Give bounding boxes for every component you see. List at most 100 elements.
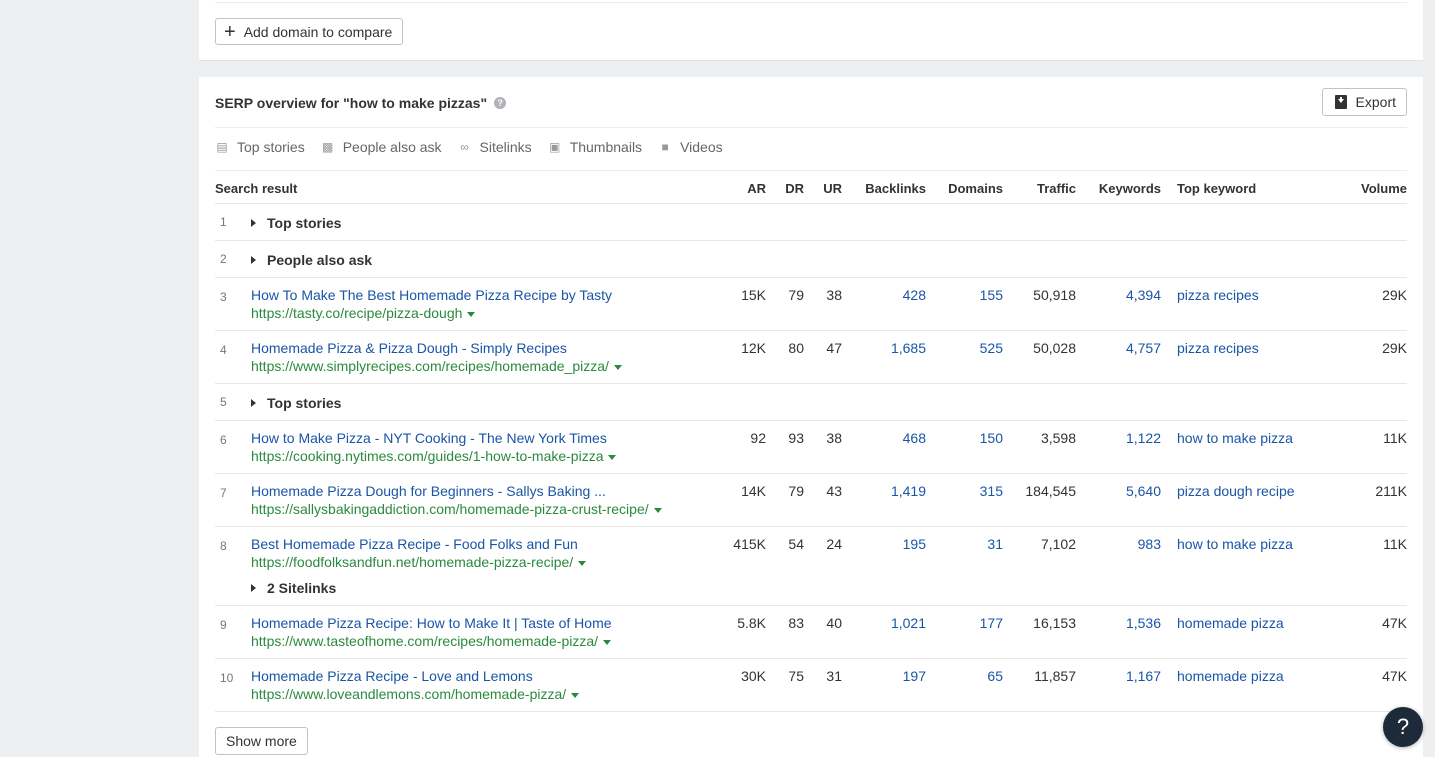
- export-button[interactable]: Export: [1321, 88, 1407, 116]
- caret-down-icon[interactable]: [467, 311, 476, 317]
- ar-value: 15K: [741, 287, 766, 303]
- result-title-link[interactable]: Homemade Pizza Recipe - Love and Lemons: [251, 668, 533, 684]
- feature-toggle[interactable]: Top stories: [251, 215, 341, 231]
- rank: 2: [220, 252, 227, 266]
- newspaper-icon: ▤: [216, 140, 228, 154]
- keywords-link[interactable]: 4,394: [1126, 287, 1161, 303]
- dr-value: 83: [788, 615, 804, 631]
- feature-toggle[interactable]: People also ask: [251, 252, 372, 268]
- rank: 10: [220, 671, 234, 685]
- domains-link[interactable]: 150: [980, 430, 1003, 446]
- top-keyword-link[interactable]: homemade pizza: [1177, 615, 1284, 631]
- result-url[interactable]: https://sallysbakingaddiction.com/homema…: [251, 501, 662, 517]
- feature-toggle[interactable]: Top stories: [251, 395, 341, 411]
- backlinks-link[interactable]: 1,419: [891, 483, 926, 499]
- table-row: 1 Top stories: [215, 204, 1407, 241]
- backlinks-link[interactable]: 428: [903, 287, 926, 303]
- result-url-text[interactable]: https://www.loveandlemons.com/homemade-p…: [251, 686, 566, 702]
- top-keyword-link[interactable]: homemade pizza: [1177, 668, 1284, 684]
- keywords-link[interactable]: 1,536: [1126, 615, 1161, 631]
- show-more-button[interactable]: Show more: [215, 727, 308, 755]
- caret-down-icon[interactable]: [571, 692, 580, 698]
- keywords-link[interactable]: 1,167: [1126, 668, 1161, 684]
- add-domain-button[interactable]: + Add domain to compare: [215, 18, 404, 45]
- caret-down-icon[interactable]: [653, 507, 662, 513]
- result-title-link[interactable]: Homemade Pizza Dough for Beginners - Sal…: [251, 483, 606, 499]
- col-ar[interactable]: AR: [747, 181, 766, 196]
- ur-value: 38: [826, 287, 842, 303]
- col-traffic[interactable]: Traffic: [1037, 181, 1076, 196]
- keywords-link[interactable]: 4,757: [1126, 340, 1161, 356]
- top-keyword-link[interactable]: pizza recipes: [1177, 287, 1259, 303]
- result-url-text[interactable]: https://www.simplyrecipes.com/recipes/ho…: [251, 358, 609, 374]
- table-row: 3 How To Make The Best Homemade Pizza Re…: [215, 278, 1407, 331]
- top-keyword-link[interactable]: pizza dough recipe: [1177, 483, 1295, 499]
- result-url-text[interactable]: https://foodfolksandfun.net/homemade-piz…: [251, 554, 573, 570]
- result-url-text[interactable]: https://www.tasteofhome.com/recipes/home…: [251, 633, 598, 649]
- serp-title-text: SERP overview for "how to make pizzas": [215, 95, 488, 111]
- top-keyword-link[interactable]: pizza recipes: [1177, 340, 1259, 356]
- caret-down-icon[interactable]: [603, 639, 612, 645]
- rank: 9: [220, 618, 227, 632]
- col-backlinks[interactable]: Backlinks: [865, 181, 926, 196]
- sitelinks-toggle[interactable]: 2 Sitelinks: [251, 580, 336, 596]
- result-url-text[interactable]: https://cooking.nytimes.com/guides/1-how…: [251, 448, 603, 464]
- table-row: 10 Homemade Pizza Recipe - Love and Lemo…: [215, 659, 1407, 712]
- backlinks-link[interactable]: 468: [903, 430, 926, 446]
- col-ur[interactable]: UR: [823, 181, 842, 196]
- top-keyword-link[interactable]: how to make pizza: [1177, 430, 1293, 446]
- result-title-link[interactable]: How To Make The Best Homemade Pizza Reci…: [251, 287, 612, 303]
- ar-value: 92: [750, 430, 766, 446]
- col-domains[interactable]: Domains: [948, 181, 1003, 196]
- volume-value: 211K: [1375, 483, 1407, 499]
- caret-down-icon[interactable]: [613, 364, 622, 370]
- help-icon[interactable]: ?: [494, 97, 507, 109]
- keywords-link[interactable]: 983: [1138, 536, 1161, 552]
- result-url[interactable]: https://www.tasteofhome.com/recipes/home…: [251, 633, 612, 649]
- top-keyword-link[interactable]: how to make pizza: [1177, 536, 1293, 552]
- col-dr[interactable]: DR: [785, 181, 804, 196]
- result-url-text[interactable]: https://sallysbakingaddiction.com/homema…: [251, 501, 649, 517]
- result-url-text[interactable]: https://tasty.co/recipe/pizza-dough: [251, 305, 462, 321]
- feature-label: Sitelinks: [479, 139, 532, 155]
- domains-link[interactable]: 177: [980, 615, 1003, 631]
- result-url[interactable]: https://www.loveandlemons.com/homemade-p…: [251, 686, 580, 702]
- help-chat-button[interactable]: ?: [1383, 707, 1423, 747]
- serp-features-bar: ▤ Top stories ▩ People also ask ∞ Siteli…: [215, 139, 739, 155]
- serp-overview-panel: SERP overview for "how to make pizzas" ?…: [199, 77, 1423, 757]
- caret-down-icon[interactable]: [608, 454, 617, 460]
- result-title-link[interactable]: Best Homemade Pizza Recipe - Food Folks …: [251, 536, 578, 552]
- result-url[interactable]: https://foodfolksandfun.net/homemade-piz…: [251, 554, 587, 570]
- result-title-link[interactable]: Homemade Pizza Recipe: How to Make It | …: [251, 615, 612, 631]
- result-title-link[interactable]: Homemade Pizza & Pizza Dough - Simply Re…: [251, 340, 567, 356]
- domains-link[interactable]: 31: [987, 536, 1003, 552]
- feature-top-stories[interactable]: ▤ Top stories: [215, 139, 304, 155]
- backlinks-link[interactable]: 1,021: [891, 615, 926, 631]
- keywords-link[interactable]: 5,640: [1126, 483, 1161, 499]
- domains-link[interactable]: 525: [980, 340, 1003, 356]
- backlinks-link[interactable]: 197: [903, 668, 926, 684]
- divider: [215, 2, 1407, 3]
- feature-sitelinks[interactable]: ∞ Sitelinks: [458, 139, 532, 155]
- feature-videos[interactable]: ■ Videos: [658, 139, 722, 155]
- result-url[interactable]: https://cooking.nytimes.com/guides/1-how…: [251, 448, 617, 464]
- feature-people-also-ask[interactable]: ▩ People also ask: [321, 139, 442, 155]
- col-volume[interactable]: Volume: [1361, 181, 1407, 196]
- domains-link[interactable]: 65: [987, 668, 1003, 684]
- table-row: 7 Homemade Pizza Dough for Beginners - S…: [215, 474, 1407, 527]
- backlinks-link[interactable]: 1,685: [891, 340, 926, 356]
- domains-link[interactable]: 315: [980, 483, 1003, 499]
- ur-value: 43: [826, 483, 842, 499]
- domains-link[interactable]: 155: [980, 287, 1003, 303]
- result-title-link[interactable]: How to Make Pizza - NYT Cooking - The Ne…: [251, 430, 607, 446]
- backlinks-link[interactable]: 195: [903, 536, 926, 552]
- feature-thumbnails[interactable]: ▣ Thumbnails: [548, 139, 642, 155]
- result-url[interactable]: https://tasty.co/recipe/pizza-dough: [251, 305, 476, 321]
- col-top-keyword[interactable]: Top keyword: [1177, 181, 1256, 196]
- keywords-link[interactable]: 1,122: [1126, 430, 1161, 446]
- dr-value: 80: [788, 340, 804, 356]
- col-keywords[interactable]: Keywords: [1099, 181, 1161, 196]
- result-url[interactable]: https://www.simplyrecipes.com/recipes/ho…: [251, 358, 622, 374]
- caret-down-icon[interactable]: [578, 560, 587, 566]
- col-search-result[interactable]: Search result: [215, 181, 297, 196]
